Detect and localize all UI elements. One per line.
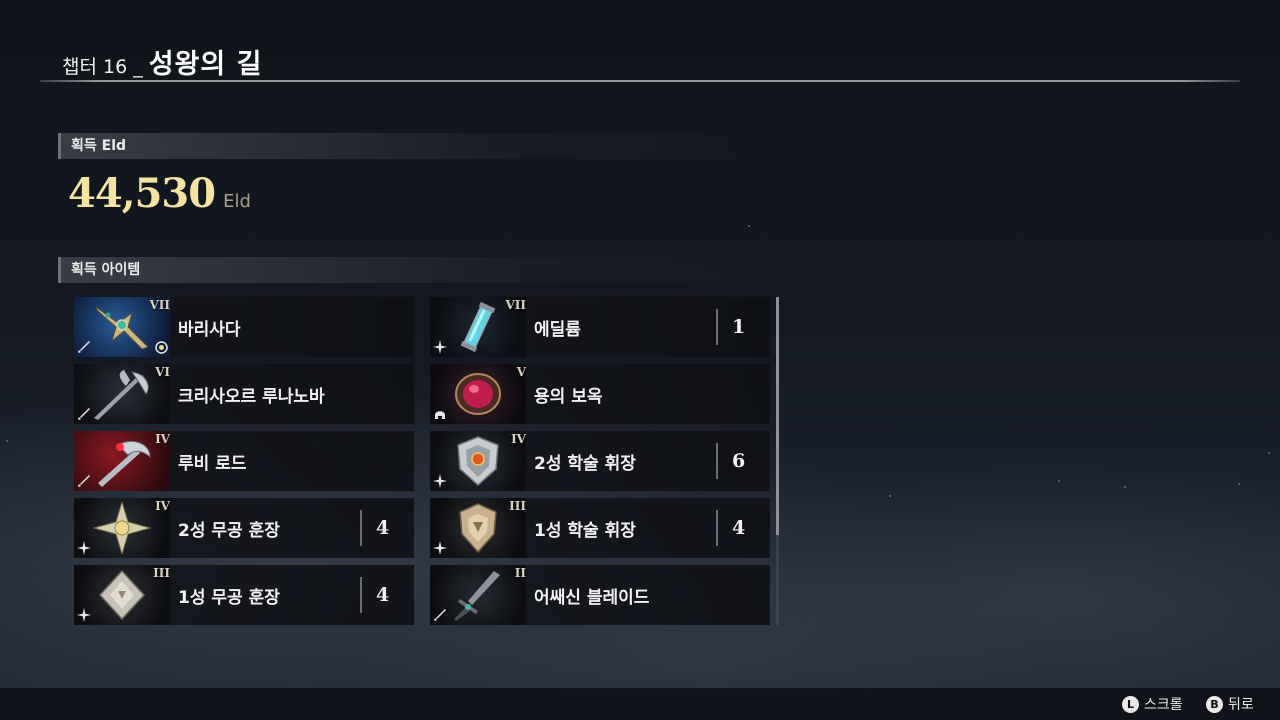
sparkle-icon: [77, 608, 91, 622]
sword-icon: [78, 341, 90, 353]
bronze-shield-icon: [459, 503, 497, 554]
scroll-hint-label: 스크롤: [1144, 697, 1183, 713]
chapter-number: 챕터 16 _: [62, 56, 143, 78]
item-quantity: 6: [732, 450, 746, 472]
chapter-title: 성왕의 길: [148, 49, 263, 80]
quantity-divider: [360, 577, 362, 613]
item-name: 루비 로드: [178, 453, 247, 474]
item-name: 에딜륨: [534, 319, 581, 340]
item-row[interactable]: II 어쌔신 블레이드: [430, 565, 770, 625]
sword-icon: [434, 609, 446, 621]
button-hint-bar: L 스크롤 B 뒤로: [0, 688, 1280, 720]
item-thumbnail: V: [430, 364, 526, 424]
item-name: 바리사다: [178, 319, 241, 340]
crystal-vial-icon: [460, 301, 496, 353]
item-thumbnail: IV: [74, 431, 170, 491]
shield-emblem-icon: [457, 436, 499, 487]
item-name: 2성 무공 훈장: [178, 520, 280, 541]
b-button-icon: B: [1206, 695, 1223, 713]
sword-icon: [78, 475, 90, 487]
item-thumbnail: III: [74, 565, 170, 625]
eld-unit: Eld: [223, 191, 251, 212]
scroll-hint[interactable]: L 스크롤: [1122, 694, 1183, 714]
header-divider: [40, 80, 1240, 82]
item-row[interactable]: VI 크리사오르 루나노바: [74, 364, 414, 424]
item-grade: VII: [149, 298, 170, 312]
item-row[interactable]: V 용의 보옥: [430, 364, 770, 424]
quantity-divider: [360, 510, 362, 546]
item-grade: II: [514, 566, 526, 580]
item-row[interactable]: IV 루비 로드: [74, 431, 414, 491]
chapter-heading: 챕터 16 _ 성왕의 길: [62, 42, 262, 81]
eld-section-header: 획득 Eld: [58, 133, 778, 159]
item-grade: III: [509, 499, 526, 513]
item-quantity: 4: [376, 517, 390, 539]
item-row[interactable]: III 1성 무공 훈장 4: [74, 565, 414, 625]
eld-amount: 44,530 Eld: [68, 170, 251, 217]
item-quantity: 4: [376, 584, 390, 606]
equipped-icon: [155, 341, 168, 354]
item-name: 어쌔신 블레이드: [534, 587, 650, 608]
quantity-divider: [716, 510, 718, 546]
item-name: 용의 보옥: [534, 386, 603, 407]
item-thumbnail: II: [430, 565, 526, 625]
item-name: 1성 학술 휘장: [534, 520, 636, 541]
item-list-scrollbar[interactable]: [776, 297, 779, 625]
helmet-icon: [435, 411, 445, 419]
item-grade: V: [516, 365, 526, 379]
item-list[interactable]: VII 바리사다 VII 에딜륨 1 VI 크리사오르 루나노바 V 용의 보옥…: [74, 297, 770, 625]
silver-medal-icon: [98, 569, 146, 621]
left-stick-icon: L: [1122, 695, 1139, 713]
back-hint-label: 뒤로: [1228, 697, 1254, 713]
item-thumbnail: IV: [430, 431, 526, 491]
item-quantity: 1: [732, 316, 746, 338]
star-medal-icon: [92, 502, 152, 554]
item-grade: IV: [511, 432, 526, 446]
quantity-divider: [716, 309, 718, 345]
lance-icon: [94, 370, 149, 420]
quantity-divider: [716, 443, 718, 479]
item-row[interactable]: III 1성 학술 휘장 4: [430, 498, 770, 558]
item-name: 크리사오르 루나노바: [178, 386, 325, 407]
item-grade: III: [153, 566, 170, 580]
red-gem-icon: [455, 373, 501, 415]
sparkle-icon: [433, 541, 447, 555]
item-row[interactable]: VII 바리사다: [74, 297, 414, 357]
item-name: 2성 학술 휘장: [534, 453, 636, 474]
item-thumbnail: VII: [430, 297, 526, 357]
back-hint[interactable]: B 뒤로: [1206, 694, 1254, 714]
item-row[interactable]: IV 2성 학술 휘장 6: [430, 431, 770, 491]
blade-icon: [454, 571, 500, 621]
sparkle-icon: [433, 340, 447, 354]
ornate-staff-icon: [95, 306, 149, 350]
item-grade: IV: [155, 432, 170, 446]
item-thumbnail: IV: [74, 498, 170, 558]
item-grade: VI: [155, 365, 170, 379]
items-section-header: 획득 아이템: [58, 257, 778, 283]
item-row[interactable]: VII 에딜륨 1: [430, 297, 770, 357]
item-quantity: 4: [732, 517, 746, 539]
item-thumbnail: III: [430, 498, 526, 558]
sparkle-icon: [433, 474, 447, 488]
item-row[interactable]: IV 2성 무공 훈장 4: [74, 498, 414, 558]
sparkle-icon: [77, 541, 91, 555]
item-thumbnail: VI: [74, 364, 170, 424]
item-grade: VII: [505, 298, 526, 312]
ruby-rod-icon: [98, 441, 151, 487]
item-name: 1성 무공 훈장: [178, 587, 280, 608]
scrollbar-thumb[interactable]: [776, 297, 779, 535]
eld-value: 44,530: [68, 170, 216, 217]
item-grade: IV: [155, 499, 170, 513]
item-thumbnail: VII: [74, 297, 170, 357]
sword-icon: [78, 408, 90, 420]
